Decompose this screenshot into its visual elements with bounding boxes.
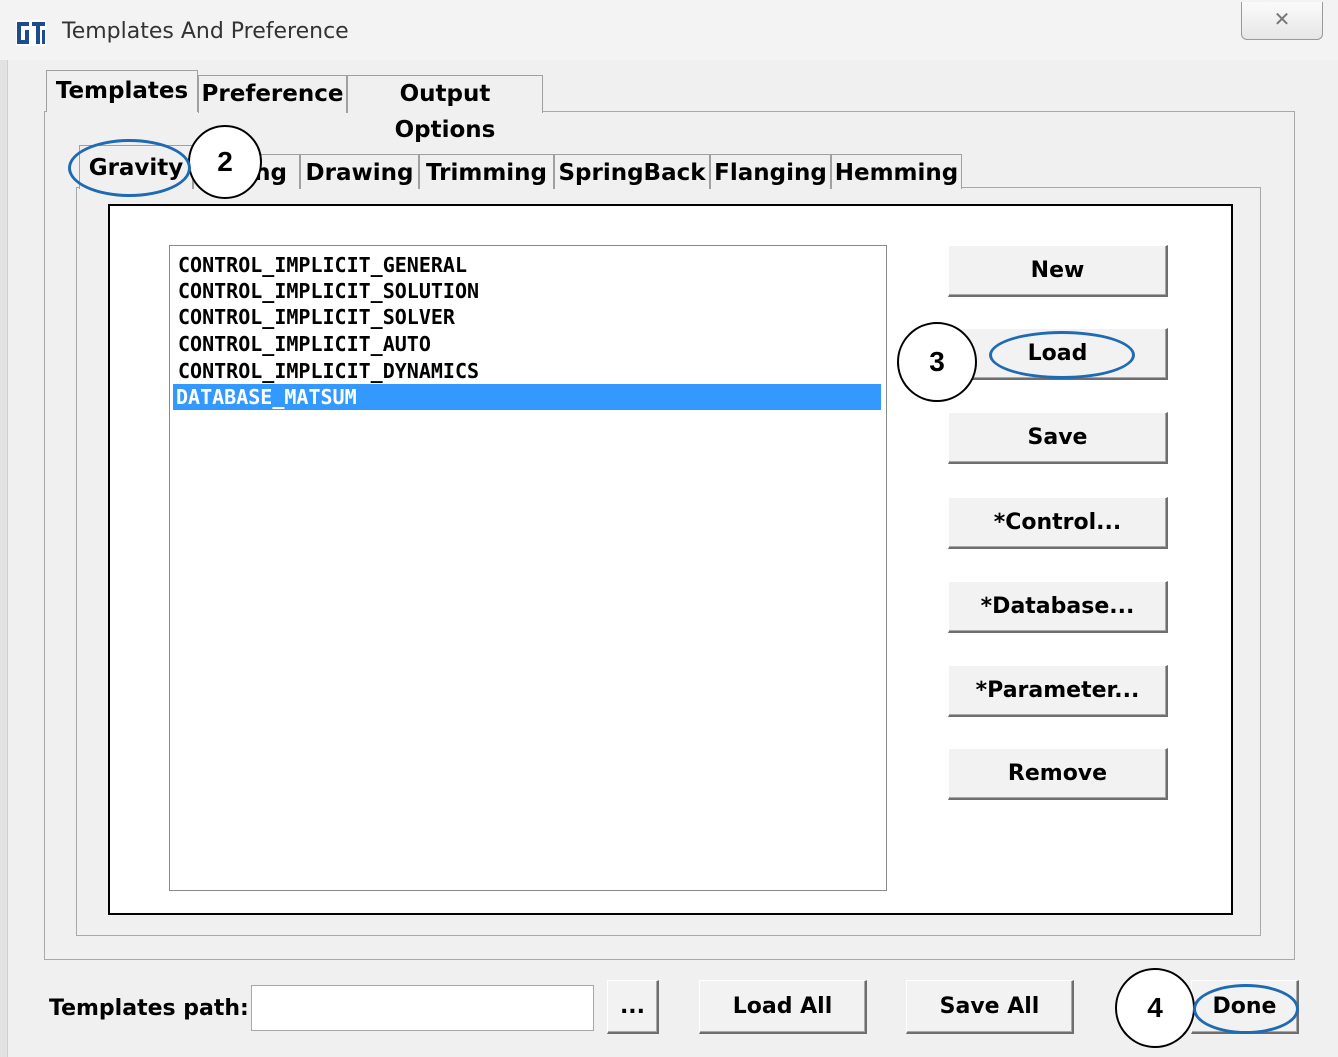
template-listbox[interactable]: CONTROL_IMPLICIT_GENERAL CONTROL_IMPLICI… <box>169 245 887 891</box>
save-all-button[interactable]: Save All <box>906 980 1074 1034</box>
browse-button[interactable]: ... <box>607 980 659 1034</box>
app-logo-icon <box>16 20 46 46</box>
database-button[interactable]: *Database... <box>948 581 1168 633</box>
remove-button[interactable]: Remove <box>948 748 1168 800</box>
new-button[interactable]: New <box>948 245 1168 297</box>
window-left-border <box>0 60 8 1057</box>
list-item[interactable]: CONTROL_IMPLICIT_AUTO <box>175 331 431 357</box>
save-button[interactable]: Save <box>948 412 1168 464</box>
tab-preference-label: Preference <box>201 81 344 107</box>
tab-output-options-label: Output Options <box>394 81 496 143</box>
load-button[interactable]: Load <box>948 328 1168 380</box>
tab-gravity-label: Gravity <box>88 155 184 181</box>
list-item[interactable]: CONTROL_IMPLICIT_DYNAMICS <box>175 358 479 384</box>
window-title: Templates And Preference <box>62 19 349 44</box>
tab-hemming-label: Hemming <box>834 160 959 186</box>
tab-trimming[interactable]: Trimming <box>419 154 554 189</box>
title-bar: Templates And Preference ✕ <box>0 0 1338 60</box>
tab-gravity[interactable]: Gravity <box>79 145 193 189</box>
step-4-marker: 4 <box>1115 968 1195 1048</box>
templates-path-label: Templates path: <box>49 996 249 1021</box>
tab-flanging[interactable]: Flanging <box>710 154 831 189</box>
control-button[interactable]: *Control... <box>948 497 1168 549</box>
step-2-marker: 2 <box>188 125 262 199</box>
tab-templates-label: Templates <box>55 78 189 104</box>
tab-drawing[interactable]: Drawing <box>300 154 419 189</box>
tab-templates[interactable]: Templates <box>46 70 198 112</box>
parameter-button[interactable]: *Parameter... <box>948 665 1168 717</box>
list-item-selected[interactable]: DATABASE_MATSUM <box>173 384 881 410</box>
tab-springback[interactable]: SpringBack <box>554 154 710 189</box>
list-item[interactable]: CONTROL_IMPLICIT_SOLUTION <box>175 278 479 304</box>
tab-springback-label: SpringBack <box>558 160 706 186</box>
list-item[interactable]: CONTROL_IMPLICIT_GENERAL <box>175 252 467 278</box>
list-item[interactable]: CONTROL_IMPLICIT_SOLVER <box>175 304 455 330</box>
tab-output-options[interactable]: Output Options <box>347 75 543 143</box>
done-button[interactable]: Done <box>1191 980 1299 1034</box>
step-3-marker: 3 <box>897 322 977 402</box>
close-icon: ✕ <box>1273 7 1291 31</box>
close-button[interactable]: ✕ <box>1241 2 1323 40</box>
load-all-button[interactable]: Load All <box>699 980 867 1034</box>
tab-hemming[interactable]: Hemming <box>831 154 962 189</box>
templates-path-input[interactable] <box>251 985 594 1031</box>
tab-flanging-label: Flanging <box>714 160 827 186</box>
tab-drawing-label: Drawing <box>305 160 414 186</box>
tab-preference[interactable]: Preference <box>198 75 347 113</box>
tab-trimming-label: Trimming <box>425 160 548 186</box>
